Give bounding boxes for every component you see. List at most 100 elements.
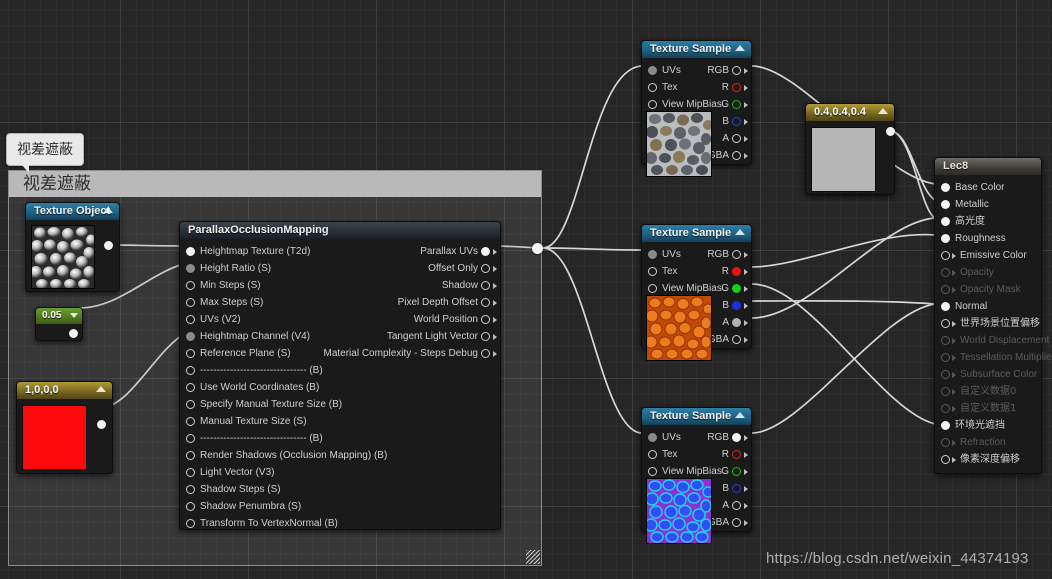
input-pin-row[interactable]: 世界场景位置偏移 xyxy=(935,315,1041,332)
input-pin[interactable] xyxy=(941,200,950,209)
input-pin-row[interactable]: Shadow Steps (S) xyxy=(180,481,500,498)
input-pin-row[interactable]: Manual Texture Size (S) xyxy=(180,413,500,430)
input-pin[interactable] xyxy=(941,421,950,430)
node-header[interactable]: 0.05 xyxy=(36,308,82,324)
collapse-caret-icon[interactable] xyxy=(70,313,78,318)
output-pin[interactable] xyxy=(732,301,741,310)
output-pin-row[interactable]: RGB xyxy=(642,62,751,79)
input-pin[interactable] xyxy=(941,217,950,226)
output-pin-row[interactable]: R xyxy=(642,446,751,463)
output-pin[interactable] xyxy=(732,467,741,476)
input-pin-row[interactable]: Roughness xyxy=(935,230,1041,247)
input-pin-row[interactable]: 自定义数据1 xyxy=(935,400,1041,417)
node-constant-scalar[interactable]: 0.05 xyxy=(35,307,83,341)
input-pin-row[interactable]: Shadow Penumbra (S) xyxy=(180,498,500,515)
input-pin-row[interactable]: Normal xyxy=(935,298,1041,315)
input-pin[interactable] xyxy=(186,400,195,409)
node-header[interactable]: Texture Object xyxy=(26,203,119,220)
node-header[interactable]: 0.4,0.4,0.4 xyxy=(806,104,894,121)
input-pin[interactable] xyxy=(186,519,195,528)
output-pin[interactable] xyxy=(732,151,741,160)
input-pin-row[interactable]: 高光度 xyxy=(935,213,1041,230)
input-pin-row[interactable]: Base Color xyxy=(935,179,1041,196)
material-graph-canvas[interactable]: 视差遮蔽 视差遮蔽 Texture Object 0.05 1,0,0,0 0.… xyxy=(0,0,1052,579)
node-parallax-occlusion-mapping[interactable]: ParallaxOcclusionMapping Heightmap Textu… xyxy=(179,221,501,530)
input-pin-row[interactable]: 环境光遮挡 xyxy=(935,417,1041,434)
output-pin[interactable] xyxy=(732,134,741,143)
collapse-caret-icon[interactable] xyxy=(735,45,745,51)
input-pin[interactable] xyxy=(186,451,195,460)
constant-vector-grey-output-pin[interactable] xyxy=(886,127,895,136)
input-pin-row[interactable]: Transform To VertexNormal (B) xyxy=(180,515,500,532)
output-pin[interactable] xyxy=(481,349,490,358)
input-pin-row[interactable]: Opacity Mask xyxy=(935,281,1041,298)
collapse-caret-icon[interactable] xyxy=(878,108,888,114)
input-pin[interactable] xyxy=(941,370,950,379)
input-pin-row[interactable]: Specify Manual Texture Size (B) xyxy=(180,396,500,413)
input-pin-row[interactable]: Refraction xyxy=(935,434,1041,451)
output-pin-row[interactable]: Shadow xyxy=(180,277,500,294)
collapse-caret-icon[interactable] xyxy=(735,412,745,418)
node-header[interactable]: 1,0,0,0 xyxy=(17,382,112,399)
input-pin-row[interactable]: 像素深度偏移 xyxy=(935,451,1041,468)
output-pin[interactable] xyxy=(732,501,741,510)
output-pin[interactable] xyxy=(732,267,741,276)
output-pin-row[interactable]: Tangent Light Vector xyxy=(180,328,500,345)
output-pin[interactable] xyxy=(732,117,741,126)
constant-vector-red-output-pin[interactable] xyxy=(97,420,106,429)
input-pin-row[interactable]: Subsurface Color xyxy=(935,366,1041,383)
input-pin[interactable] xyxy=(941,234,950,243)
collapse-caret-icon[interactable] xyxy=(103,207,113,213)
node-header[interactable]: ParallaxOcclusionMapping xyxy=(180,222,500,239)
output-pin[interactable] xyxy=(481,332,490,341)
node-material-output[interactable]: Lec8 Base Color Metallic 高光度 Roughness Emiss… xyxy=(934,157,1052,474)
input-pin-row[interactable]: World Displacement xyxy=(935,332,1049,349)
output-pin[interactable] xyxy=(732,450,741,459)
output-pin[interactable] xyxy=(732,318,741,327)
output-pin-row[interactable]: Material Complexity - Steps Debug xyxy=(180,345,500,362)
node-texture-sample-bottom[interactable]: Texture Sample UVs Tex View MipBias RGB R G B… xyxy=(641,407,752,544)
input-pin-row[interactable]: Render Shadows (Occlusion Mapping) (B) xyxy=(180,447,500,464)
constant-scalar-output-pin[interactable] xyxy=(69,329,78,338)
comment-resize-handle[interactable] xyxy=(526,550,540,564)
output-pin[interactable] xyxy=(481,281,490,290)
output-pin[interactable] xyxy=(732,83,741,92)
input-pin[interactable] xyxy=(941,302,950,311)
input-pin-row[interactable]: Use World Coordinates (B) xyxy=(180,379,500,396)
output-pin[interactable] xyxy=(481,298,490,307)
input-pin[interactable] xyxy=(941,336,950,345)
input-pin[interactable] xyxy=(941,438,950,447)
input-pin[interactable] xyxy=(186,434,195,443)
reroute-knot[interactable] xyxy=(532,243,543,254)
input-pin-row[interactable]: Opacity xyxy=(935,264,1041,281)
output-pin[interactable] xyxy=(481,247,490,256)
input-pin-row[interactable]: -------------------------------- (B) xyxy=(180,430,500,447)
input-pin[interactable] xyxy=(941,455,950,464)
input-pin-row[interactable]: Metallic xyxy=(935,196,1041,213)
output-pin-row[interactable]: RGB xyxy=(642,429,751,446)
input-pin[interactable] xyxy=(186,502,195,511)
input-pin[interactable] xyxy=(186,383,195,392)
input-pin-row[interactable]: Tessellation Multiplier xyxy=(935,349,1052,366)
input-pin[interactable] xyxy=(186,417,195,426)
input-pin-row[interactable]: Light Vector (V3) xyxy=(180,464,500,481)
output-pin[interactable] xyxy=(732,100,741,109)
comment-title[interactable]: 视差遮蔽 xyxy=(9,171,541,197)
input-pin[interactable] xyxy=(941,251,950,260)
input-pin[interactable] xyxy=(941,285,950,294)
output-pin-row[interactable]: Pixel Depth Offset xyxy=(180,294,500,311)
output-pin[interactable] xyxy=(481,264,490,273)
output-pin-row[interactable]: R xyxy=(642,263,751,280)
node-header[interactable]: Texture Sample xyxy=(642,41,751,58)
output-pin[interactable] xyxy=(732,66,741,75)
output-pin[interactable] xyxy=(732,335,741,344)
output-pin[interactable] xyxy=(732,518,741,527)
input-pin[interactable] xyxy=(941,387,950,396)
output-pin[interactable] xyxy=(732,250,741,259)
node-texture-sample-top[interactable]: Texture Sample UVs Tex View MipBias RGB R G B… xyxy=(641,40,752,177)
input-pin-row[interactable]: Emissive Color xyxy=(935,247,1041,264)
node-texture-object[interactable]: Texture Object xyxy=(25,202,120,292)
collapse-caret-icon[interactable] xyxy=(96,386,106,392)
input-pin[interactable] xyxy=(186,366,195,375)
node-header[interactable]: Lec8 xyxy=(935,158,1041,175)
